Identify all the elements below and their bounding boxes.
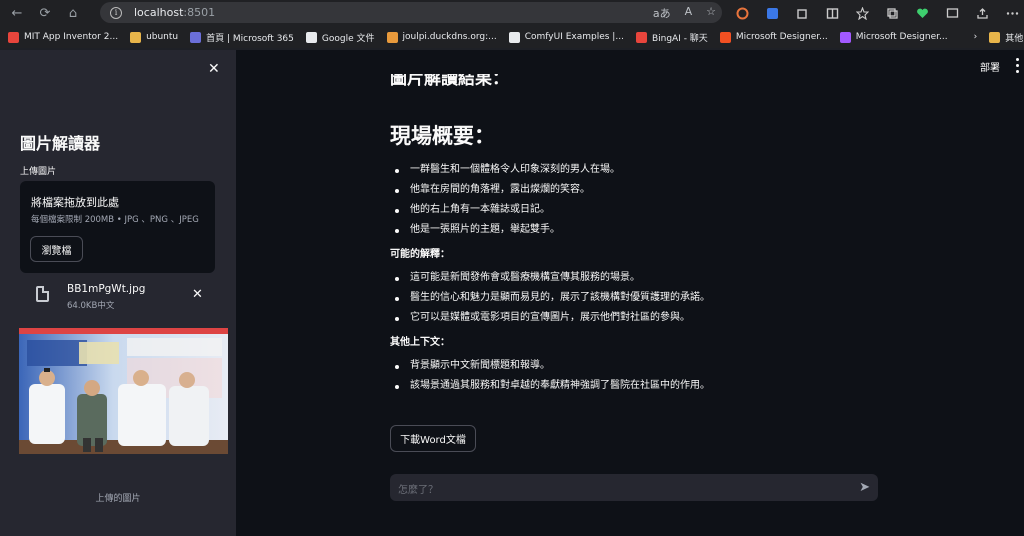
main-content: 部署 圖片解讀結果： 現場概要： 一群醫生和一個體格令人印象深刻的男人在場。 他… bbox=[236, 50, 1024, 536]
overview-list: 一群醫生和一個體格令人印象深刻的男人在場。 他靠在房間的角落裡，露出燦爛的笑容。… bbox=[390, 160, 870, 240]
split-screen-icon[interactable] bbox=[822, 3, 842, 23]
uploaded-file: BB1mPgWt.jpg 64.0KB中文 ✕ bbox=[20, 278, 215, 314]
result-heading: 圖片解讀結果： bbox=[390, 74, 509, 89]
bookmark-label: ComfyUI Examples |... bbox=[524, 32, 624, 42]
bookmark-label: Microsoft Designer... bbox=[735, 32, 828, 42]
other-bookmarks[interactable]: 其他 [我的最愛] bbox=[989, 31, 1024, 44]
bookmarks-bar: MIT App Inventor 2... ubuntu 首頁 | Microsof… bbox=[0, 26, 1024, 48]
favorite-star-icon[interactable]: ☆ bbox=[706, 5, 716, 21]
dropzone-instruction: 將檔案拖放到此處 bbox=[31, 196, 119, 209]
extensions-puzzle-icon[interactable] bbox=[792, 3, 812, 23]
translate-icon[interactable]: aあ bbox=[653, 5, 671, 21]
bookmark-item[interactable]: ComfyUI Examples |... bbox=[508, 31, 624, 43]
bookmark-icon bbox=[635, 31, 647, 43]
bookmark-item[interactable]: Google 文件 bbox=[305, 31, 375, 44]
health-heart-icon[interactable] bbox=[912, 3, 932, 23]
bookmark-label: 首頁 | Microsoft 365 bbox=[206, 33, 294, 44]
bookmark-item[interactable]: 首頁 | Microsoft 365 bbox=[190, 31, 294, 44]
folder-icon bbox=[989, 31, 1001, 43]
bookmark-icon bbox=[508, 31, 520, 43]
list-item: 它可以是媒體或電影項目的宣傳圖片，展示他們對社區的參與。 bbox=[390, 308, 870, 328]
download-word-button[interactable]: 下載Word文檔 bbox=[390, 425, 476, 452]
other-bookmarks-label: 其他 [我的最愛] bbox=[1005, 33, 1024, 44]
possible-list: 這可能是新聞發佈會或醫療機構宣傳其服務的場景。 醫生的信心和魅力是顯而易見的，展… bbox=[390, 268, 870, 328]
read-aloud-icon[interactable]: A bbox=[685, 5, 693, 21]
browser-toolbar: ← ⟳ ⌂ i localhost:8501 aあ A ☆ bbox=[0, 0, 1024, 26]
result-body: 一群醫生和一個體格令人印象深刻的男人在場。 他靠在房間的角落裡，露出燦爛的笑容。… bbox=[390, 160, 870, 396]
address-bar[interactable]: i localhost:8501 aあ A ☆ bbox=[100, 2, 722, 23]
reload-icon[interactable]: ⟳ bbox=[34, 2, 56, 24]
list-item: 他是一張照片的主題，舉起雙手。 bbox=[390, 220, 870, 240]
image-caption: 上傳的圖片 bbox=[95, 494, 141, 504]
uploaded-image bbox=[19, 328, 228, 454]
more-dots-icon[interactable] bbox=[1002, 3, 1022, 23]
list-item: 背景顯示中文新聞標題和報導。 bbox=[390, 356, 870, 376]
browser-chrome: ← ⟳ ⌂ i localhost:8501 aあ A ☆ MIT App In… bbox=[0, 0, 1024, 50]
bookmark-label: Microsoft Designer... bbox=[855, 32, 948, 42]
context-list: 背景顯示中文新聞標題和報導。 該場景通過其服務和對卓越的奉獻精神強調了醫院在社區… bbox=[390, 356, 870, 396]
overview-heading: 現場概要： bbox=[390, 124, 495, 148]
file-name: BB1mPgWt.jpg bbox=[67, 283, 146, 295]
bookmark-icon bbox=[130, 31, 142, 43]
url-host: localhost bbox=[134, 6, 184, 19]
bookmark-icon bbox=[839, 31, 851, 43]
bookmarks-overflow-icon[interactable]: › bbox=[974, 32, 978, 42]
bookmark-label: joulpi.duckdns.org:... bbox=[402, 32, 497, 42]
back-icon[interactable]: ← bbox=[6, 2, 28, 24]
extension-orange-icon[interactable] bbox=[732, 3, 752, 23]
possible-heading: 可能的解釋： bbox=[390, 249, 450, 260]
collections-icon[interactable] bbox=[882, 3, 902, 23]
bookmark-item[interactable]: Microsoft Designer... bbox=[719, 31, 828, 43]
home-icon[interactable]: ⌂ bbox=[62, 2, 84, 24]
remove-file-icon[interactable]: ✕ bbox=[192, 287, 203, 302]
sidebar-close-icon[interactable]: ✕ bbox=[208, 61, 220, 77]
list-item: 他靠在房間的角落裡，露出燦爛的笑容。 bbox=[390, 180, 870, 200]
file-dropzone[interactable]: 將檔案拖放到此處 每個檔案限制 200MB • JPG 、PNG 、JPEG 瀏… bbox=[20, 181, 215, 273]
share-icon[interactable] bbox=[972, 3, 992, 23]
list-item: 醫生的信心和魅力是顯而易見的，展示了該機構對優質護理的承諾。 bbox=[390, 288, 870, 308]
browse-files-button[interactable]: 瀏覽檔 bbox=[30, 236, 83, 262]
bookmark-item[interactable]: joulpi.duckdns.org:... bbox=[386, 31, 497, 43]
info-icon[interactable]: i bbox=[110, 6, 122, 19]
bookmark-item[interactable]: BingAI - 聊天 bbox=[635, 31, 708, 44]
bookmark-icon bbox=[386, 31, 398, 43]
bookmark-icon bbox=[8, 31, 19, 43]
list-item: 該場景通過其服務和對卓越的奉獻精神強調了醫院在社區中的作用。 bbox=[390, 376, 870, 396]
bookmark-label: Google 文件 bbox=[321, 33, 375, 44]
bookmark-label: ubuntu bbox=[146, 32, 179, 42]
bookmark-icon bbox=[719, 31, 731, 43]
url-port: :8501 bbox=[183, 6, 216, 19]
app-title: 圖片解讀器 bbox=[20, 134, 101, 153]
list-item: 一群醫生和一個體格令人印象深刻的男人在場。 bbox=[390, 160, 870, 180]
chat-placeholder: 怎麼了？ bbox=[398, 485, 438, 496]
main-menu-icon[interactable] bbox=[1016, 58, 1020, 73]
bookmark-item[interactable]: Microsoft Designer... bbox=[839, 31, 948, 43]
file-size: 64.0KB中文 bbox=[67, 301, 115, 311]
bookmark-item[interactable]: MIT App Inventor 2... bbox=[8, 31, 119, 43]
bookmark-icon bbox=[305, 31, 317, 43]
list-item: 他的右上角有一本雜誌或日記。 bbox=[390, 200, 870, 220]
file-icon bbox=[36, 286, 49, 302]
send-icon[interactable]: ➤ bbox=[859, 480, 870, 495]
translator-extension-icon[interactable] bbox=[762, 3, 782, 23]
bookmark-icon bbox=[190, 31, 202, 43]
bookmark-item[interactable]: ubuntu bbox=[130, 31, 179, 43]
bookmark-label: MIT App Inventor 2... bbox=[24, 32, 119, 42]
dropzone-limit: 每個檔案限制 200MB • JPG 、PNG 、JPEG bbox=[31, 215, 199, 225]
bookmark-label: BingAI - 聊天 bbox=[651, 33, 708, 44]
sidebar: ✕ 圖片解讀器 上傳圖片 將檔案拖放到此處 每個檔案限制 200MB • JPG… bbox=[0, 50, 236, 536]
upload-label: 上傳圖片 bbox=[20, 167, 57, 177]
favorites-icon[interactable] bbox=[852, 3, 872, 23]
chat-input[interactable]: 怎麼了？ ➤ bbox=[390, 474, 878, 501]
context-heading: 其他上下文： bbox=[390, 337, 450, 348]
screenshot-icon[interactable] bbox=[942, 3, 962, 23]
list-item: 這可能是新聞發佈會或醫療機構宣傳其服務的場景。 bbox=[390, 268, 870, 288]
deploy-button[interactable]: 部署 bbox=[980, 59, 1000, 74]
